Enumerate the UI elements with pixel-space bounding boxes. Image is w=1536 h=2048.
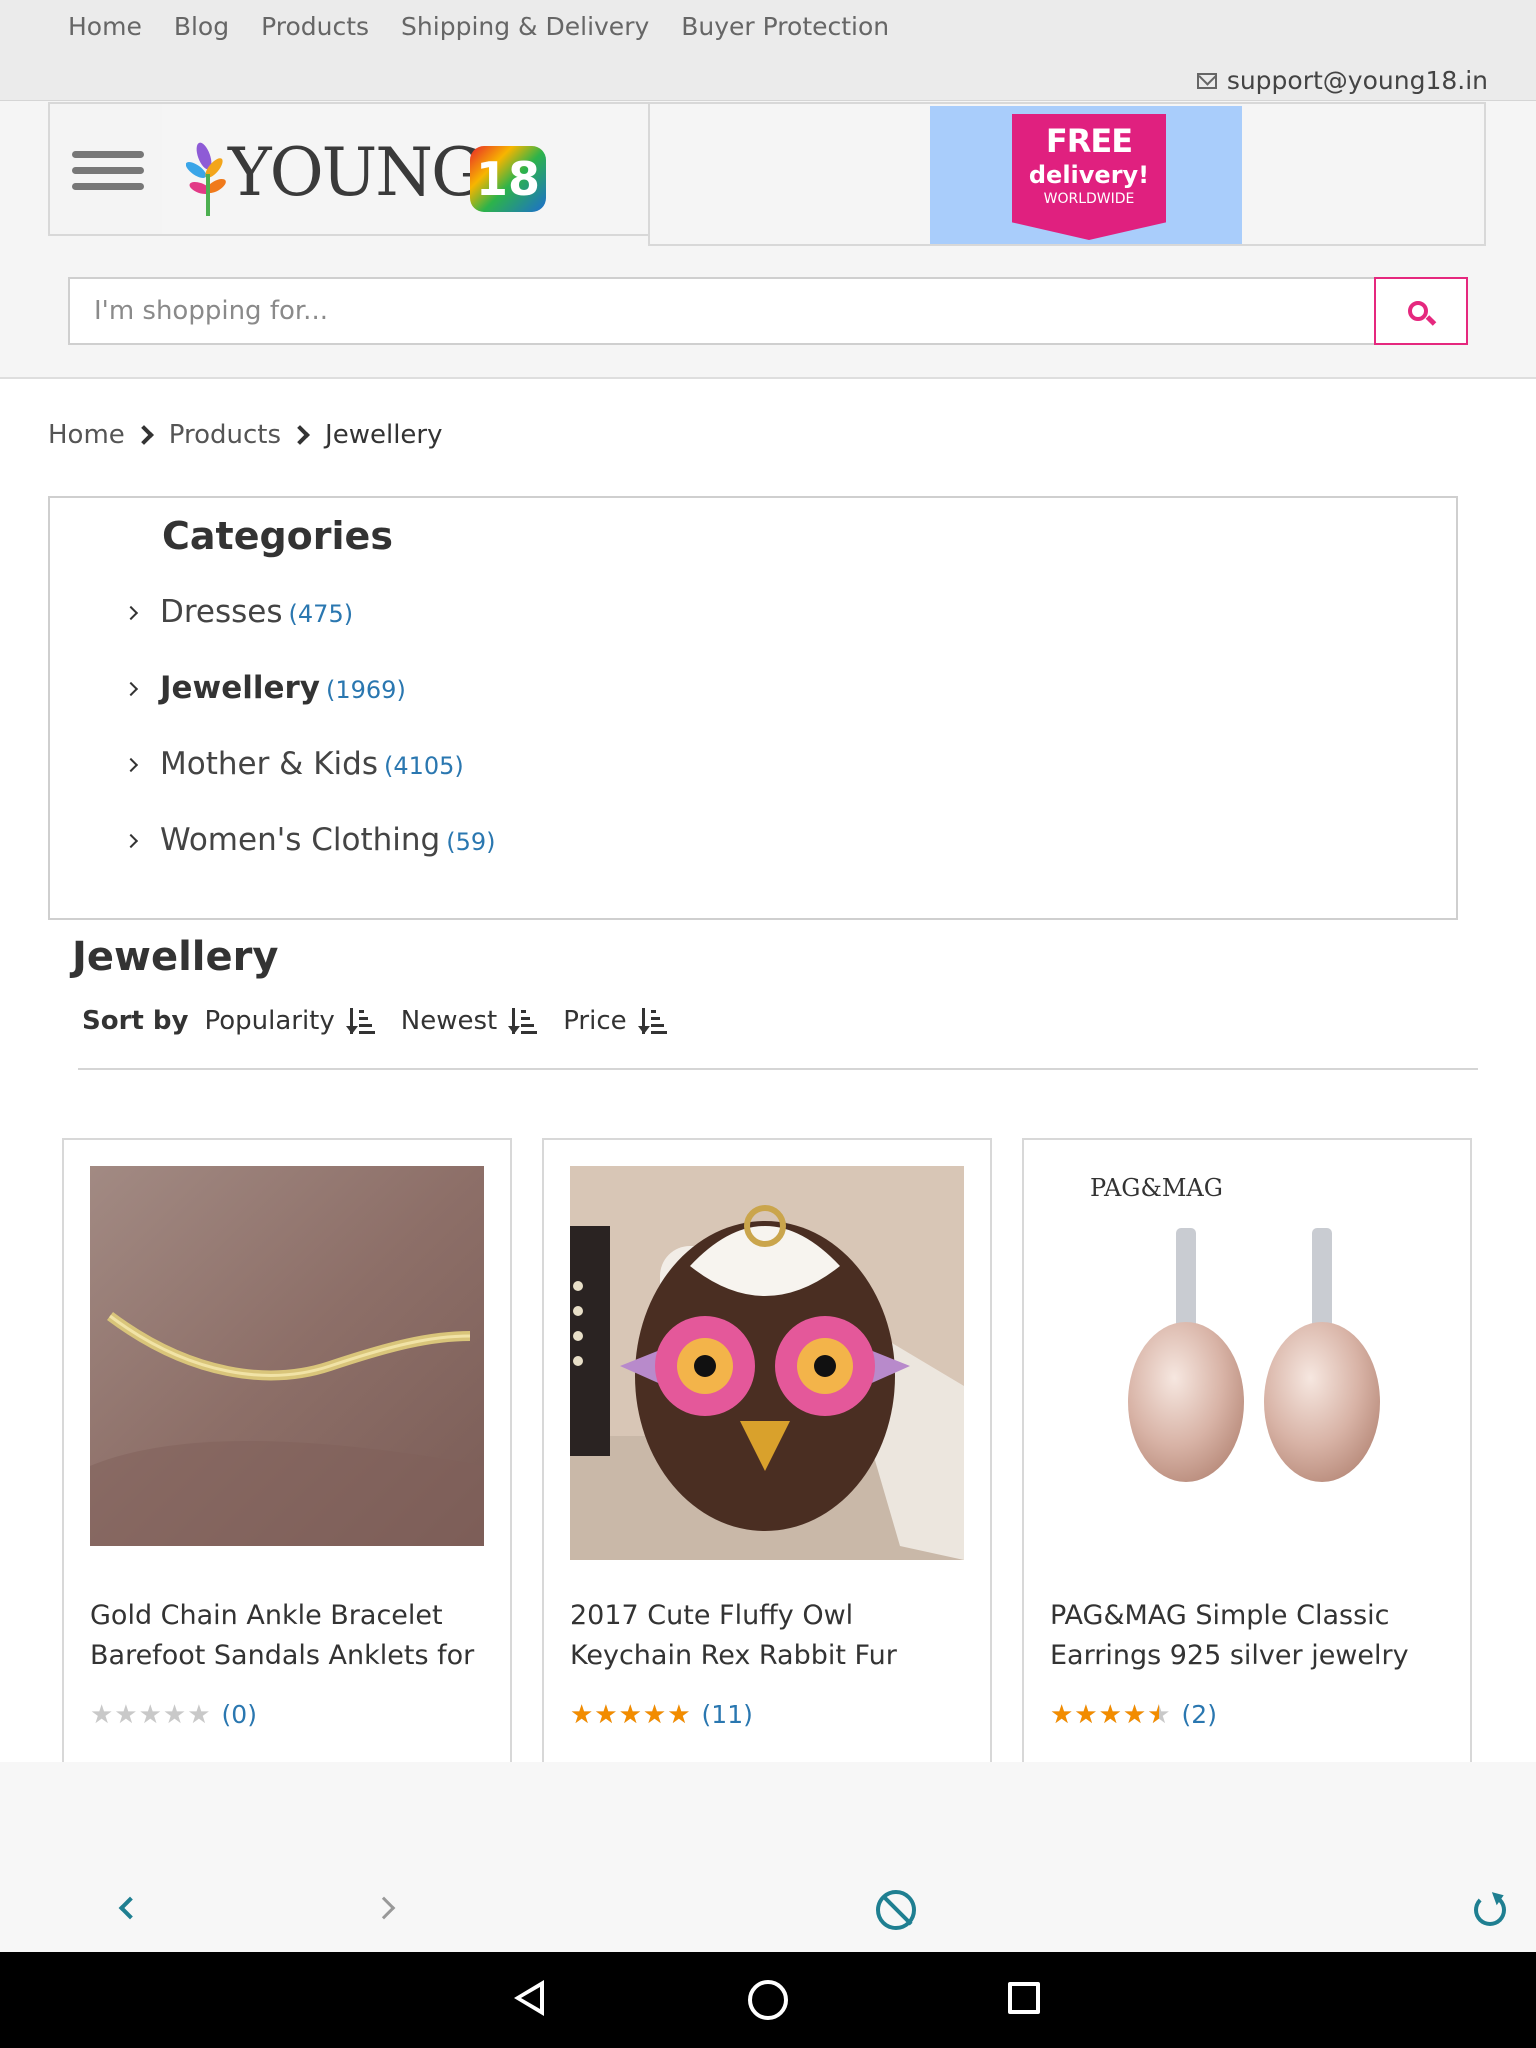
star-rating-icon: ★★★★★★★★★★	[1050, 1699, 1172, 1730]
sort-option-label: Newest	[400, 1006, 498, 1036]
sort-amount-icon	[345, 1008, 375, 1034]
star-rating-icon: ★★★★★★★★★★	[570, 1699, 692, 1730]
top-nav-home-link[interactable]: Home	[68, 12, 142, 41]
mail-icon	[1196, 72, 1217, 89]
sort-amount-icon	[637, 1008, 667, 1034]
top-bar: Home Blog Products Shipping & Delivery B…	[0, 0, 1536, 101]
sort-newest-button[interactable]: Newest	[400, 1006, 538, 1036]
product-rating: ★★★★★★★★★★ (0)	[90, 1700, 257, 1729]
reload-icon[interactable]	[1474, 1894, 1506, 1926]
logo-badge: 18	[470, 146, 546, 212]
top-nav: Home Blog Products Shipping & Delivery B…	[68, 12, 889, 41]
category-item-jewellery[interactable]: Jewellery (1969)	[123, 670, 406, 706]
category-count: (59)	[446, 828, 496, 856]
promo-banner-area: FREE delivery! WORLDWIDE	[648, 102, 1486, 246]
product-card[interactable]: 2017 Cute Fluffy Owl Keychain Rex Rabbit…	[542, 1138, 992, 1762]
brand-watermark: PAG&MAG	[1090, 1174, 1223, 1202]
product-title[interactable]: PAG&MAG Simple Classic Earrings 925 silv…	[1050, 1596, 1450, 1676]
chevron-right-icon	[123, 757, 139, 773]
chevron-right-icon	[133, 425, 154, 445]
search-input[interactable]	[70, 279, 1378, 343]
free-delivery-ribbon: FREE delivery! WORLDWIDE	[1012, 114, 1166, 240]
breadcrumb-home-link[interactable]: Home	[48, 420, 125, 450]
system-recents-icon[interactable]	[1008, 1982, 1040, 2014]
support-email[interactable]: support@young18.in	[1227, 66, 1488, 95]
categories-panel: Categories Dresses (475) Jewellery (1969…	[48, 496, 1458, 920]
system-home-icon[interactable]	[748, 1980, 788, 2020]
breadcrumb-current: Jewellery	[325, 420, 443, 450]
review-count[interactable]: (2)	[1182, 1700, 1217, 1729]
banner-line-3: WORLDWIDE	[1043, 191, 1135, 207]
hamburger-menu-button[interactable]	[48, 102, 164, 236]
site-logo[interactable]: YOUNG 18	[162, 102, 650, 236]
sort-price-button[interactable]: Price	[563, 1006, 667, 1036]
product-image-owl-keychain[interactable]	[570, 1166, 964, 1560]
category-count: (1969)	[326, 676, 406, 704]
stop-loading-icon[interactable]	[876, 1890, 916, 1930]
free-delivery-banner[interactable]: FREE delivery! WORLDWIDE	[930, 106, 1242, 244]
system-back-icon[interactable]	[514, 1980, 544, 2016]
product-grid: Gold Chain Ankle Bracelet Barefoot Sanda…	[0, 1130, 1536, 1762]
category-name[interactable]: Jewellery	[160, 670, 320, 706]
search-button[interactable]	[1374, 277, 1468, 345]
hamburger-icon-bar	[72, 183, 144, 190]
categories-title: Categories	[162, 514, 393, 558]
flower-logo-icon	[186, 142, 226, 216]
chevron-right-icon	[123, 681, 139, 697]
product-rating: ★★★★★ ★★★★★ (11)	[570, 1700, 753, 1729]
banner-line-1: FREE	[1045, 122, 1133, 160]
listing-title: Jewellery	[72, 934, 279, 980]
product-image-pearl-earrings[interactable]: PAG&MAG	[1050, 1166, 1444, 1560]
category-count: (475)	[288, 600, 354, 628]
category-item-womens-clothing[interactable]: Women's Clothing (59)	[123, 822, 496, 858]
banner-line-2: delivery!	[1028, 161, 1150, 189]
logo-wordmark: YOUNG	[228, 134, 484, 211]
chevron-right-icon	[290, 425, 310, 445]
search-icon-handle	[1425, 315, 1437, 326]
support-contact[interactable]: support@young18.in	[1196, 66, 1488, 95]
product-card[interactable]: PAG&MAG PAG&MAG Simple Classic Earrings …	[1022, 1138, 1472, 1762]
search-bar	[68, 277, 1468, 345]
sort-option-label: Popularity	[204, 1006, 335, 1036]
product-title[interactable]: Gold Chain Ankle Bracelet Barefoot Sanda…	[90, 1596, 490, 1676]
category-item-mother-kids[interactable]: Mother & Kids (4105)	[123, 746, 464, 782]
category-item-dresses[interactable]: Dresses (475)	[123, 594, 354, 630]
product-card[interactable]: Gold Chain Ankle Bracelet Barefoot Sanda…	[62, 1138, 512, 1762]
site-header: YOUNG 18 FREE delivery! WORLDWIDE	[0, 101, 1536, 379]
hamburger-icon-bar	[72, 167, 144, 174]
sort-amount-icon	[508, 1008, 538, 1034]
forward-arrow-icon[interactable]	[372, 1896, 396, 1920]
top-nav-shipping-link[interactable]: Shipping & Delivery	[401, 12, 649, 41]
star-rating-icon: ★★★★★★★★★★	[90, 1699, 212, 1730]
chevron-right-icon	[123, 605, 139, 621]
category-name[interactable]: Mother & Kids	[160, 746, 378, 782]
divider	[78, 1068, 1478, 1070]
product-rating: ★★★★★★★★★★ (2)	[1050, 1700, 1217, 1729]
chevron-right-icon	[123, 833, 139, 849]
review-count[interactable]: (0)	[222, 1700, 257, 1729]
back-arrow-icon[interactable]	[118, 1896, 142, 1920]
hamburger-icon	[72, 151, 144, 158]
sort-popularity-button[interactable]: Popularity	[204, 1006, 375, 1036]
sort-option-label: Price	[563, 1006, 627, 1036]
browser-toolbar	[0, 1762, 1536, 1952]
category-name[interactable]: Dresses	[160, 594, 283, 630]
breadcrumb: Home Products Jewellery	[48, 420, 443, 450]
category-count: (4105)	[383, 752, 464, 780]
sort-label: Sort by	[82, 1006, 189, 1036]
system-navigation-bar	[0, 1952, 1536, 2048]
top-nav-products-link[interactable]: Products	[261, 12, 369, 41]
category-name[interactable]: Women's Clothing	[160, 822, 440, 858]
breadcrumb-products-link[interactable]: Products	[169, 420, 281, 450]
top-nav-buyer-protection-link[interactable]: Buyer Protection	[681, 12, 889, 41]
review-count[interactable]: (11)	[702, 1700, 753, 1729]
product-image-anklet[interactable]	[90, 1166, 484, 1546]
top-nav-blog-link[interactable]: Blog	[174, 12, 229, 41]
product-title[interactable]: 2017 Cute Fluffy Owl Keychain Rex Rabbit…	[570, 1596, 970, 1676]
sort-bar: Sort by Popularity Newest Price	[82, 1006, 693, 1036]
